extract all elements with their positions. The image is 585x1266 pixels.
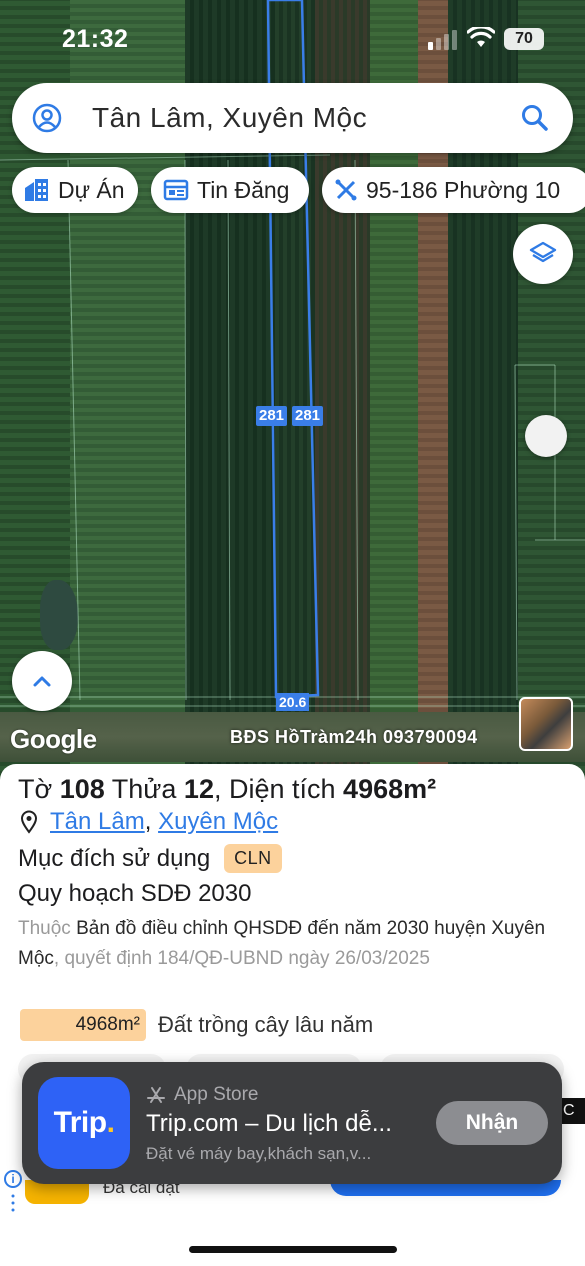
chip-label: Dự Án: [58, 176, 125, 203]
trip-app-logo: Trip.: [38, 1077, 130, 1169]
app-logo-dot: .: [106, 1106, 115, 1139]
cellular-signal-icon: [428, 30, 457, 50]
account-icon[interactable]: [32, 103, 62, 133]
street-photo-thumbnail[interactable]: [519, 697, 573, 751]
home-indicator[interactable]: [189, 1246, 397, 1253]
parcel-title: Tờ 108 Thửa 12, Diện tích 4968m²: [18, 774, 436, 805]
app-logo-text: Trip: [53, 1106, 108, 1139]
area-prefix: , Diện tích: [213, 774, 336, 804]
map-control-dot[interactable]: [525, 415, 567, 457]
status-bar: 21:32 70: [0, 0, 585, 80]
search-bar[interactable]: Tân Lâm, Xuyên Mộc: [12, 83, 573, 153]
chip-label: Tin Đăng: [197, 176, 290, 203]
chevron-up-icon: [33, 676, 51, 687]
chip-planning-area[interactable]: 95-186 Phường 10: [322, 167, 585, 213]
purpose-code-badge[interactable]: CLN: [224, 844, 282, 873]
district-link[interactable]: Xuyên Mộc: [158, 808, 278, 836]
parcel-area: 4968m²: [343, 774, 437, 804]
bottom-safe-area: [0, 1214, 585, 1266]
expand-sheet-button[interactable]: [12, 651, 72, 711]
lot-number: 12: [183, 774, 214, 804]
listing-icon: [163, 179, 189, 201]
google-logo: Google: [10, 724, 97, 754]
parcel-location: Tân Lâm, Xuyên Mộc: [18, 808, 278, 836]
battery-indicator: 70: [504, 28, 544, 50]
plan-desc-prefix: Thuộc: [18, 918, 71, 939]
store-name: App Store: [174, 1084, 259, 1105]
purpose-label: Mục đích sử dụng: [18, 844, 211, 872]
ruler-icon: [335, 179, 357, 201]
plan-title: Quy hoạch SDĐ 2030: [18, 880, 252, 907]
sheet-prefix: Tờ: [18, 774, 53, 804]
get-app-button[interactable]: Nhận: [436, 1101, 548, 1145]
area-type-label: Đất trồng cây lâu năm: [158, 1012, 374, 1037]
plan-description: Thuộc Bản đồ điều chỉnh QHSDĐ đến năm 20…: [18, 914, 558, 974]
land-purpose-row: Mục đích sử dụng CLN: [18, 844, 282, 873]
lot-number-label[interactable]: 281: [292, 406, 324, 426]
search-icon[interactable]: [521, 104, 549, 132]
wifi-icon: [467, 27, 495, 47]
ward-link[interactable]: Tân Lâm: [50, 808, 145, 836]
sheet-number: 108: [59, 774, 105, 804]
app-store-icon: [147, 1087, 165, 1103]
chip-tin-dang[interactable]: Tin Đăng: [151, 167, 309, 213]
layers-icon: [529, 241, 557, 263]
ad-choices-dots-icon: [11, 1194, 15, 1212]
ad-title: Trip.com – Du lịch dễ...: [146, 1110, 392, 1137]
ad-info-icon[interactable]: i: [4, 1170, 22, 1188]
area-bar: 4968m²: [20, 1009, 146, 1041]
lot-number-label[interactable]: 281: [256, 406, 288, 426]
lot-prefix: Thửa: [111, 774, 177, 804]
layers-button[interactable]: [513, 224, 573, 284]
app-store-ad-banner[interactable]: Trip. App Store Trip.com – Du lịch dễ...…: [22, 1062, 562, 1184]
location-pin-icon: [20, 810, 38, 834]
status-time: 21:32: [62, 25, 129, 53]
chip-label: 95-186 Phường 10: [366, 176, 561, 203]
chip-du-an[interactable]: Dự Án: [12, 167, 138, 213]
land-use-area-row: 4968m² Đất trồng cây lâu năm: [20, 1009, 373, 1041]
search-input[interactable]: Tân Lâm, Xuyên Mộc: [92, 102, 367, 134]
app-store-label: App Store: [146, 1084, 259, 1106]
dimension-label: 20.6: [276, 693, 310, 711]
map-watermark: BĐS HồTràm24h 093790094: [230, 727, 478, 747]
ad-subtitle: Đặt vé máy bay,khách sạn,v...: [146, 1144, 372, 1163]
side-tab: C: [561, 1098, 585, 1124]
plan-decision: , quyết định 184/QĐ-UBND ngày 26/03/2025: [53, 948, 430, 969]
building-icon: [25, 179, 48, 201]
